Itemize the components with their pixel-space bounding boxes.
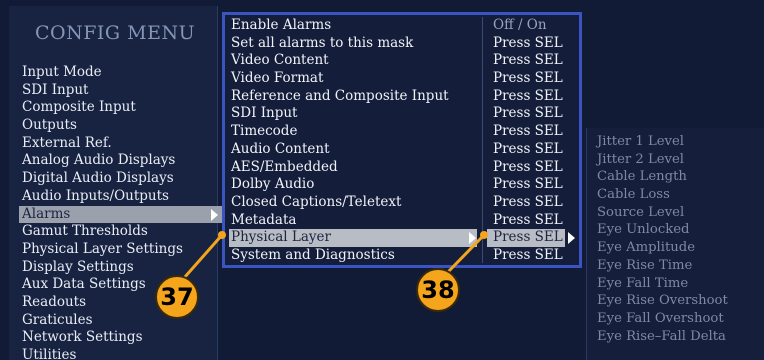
callout-37-dot xyxy=(218,231,226,239)
callout-38-dot xyxy=(480,231,488,239)
callout-38-leader xyxy=(446,233,486,274)
callout-leader-lines xyxy=(182,231,488,279)
callout-38: 38 xyxy=(416,268,460,312)
callout-37: 37 xyxy=(155,275,199,319)
callout-37-leader xyxy=(182,234,224,279)
screen: CONFIG MENU Input Mode SDI Input Composi… xyxy=(0,0,764,360)
